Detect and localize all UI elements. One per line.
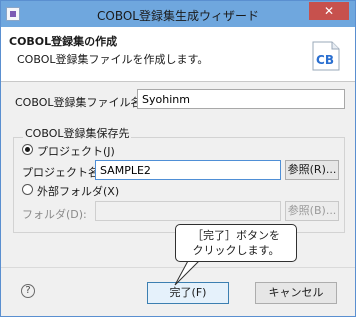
radio-project-label[interactable]: プロジェクト(J) [37, 143, 115, 159]
project-name-input[interactable] [95, 160, 281, 180]
wizard-banner: COBOL登録集の作成 COBOL登録集ファイルを作成します。 CB [1, 27, 355, 82]
banner-title: COBOL登録集の作成 [9, 35, 118, 48]
folder-label: フォルダ(D): [22, 208, 87, 221]
folder-input [95, 201, 281, 221]
help-icon[interactable]: ? [21, 284, 35, 298]
cb-icon-text: CB [316, 53, 334, 67]
radio-project[interactable] [22, 144, 33, 155]
radio-external-folder[interactable] [22, 184, 33, 195]
file-name-input[interactable] [137, 89, 345, 109]
banner-description: COBOL登録集ファイルを作成します。 [17, 53, 209, 66]
browse-project-button[interactable]: 参照(R)... [285, 160, 339, 180]
instruction-callout: ［完了］ボタンを クリックします。 [175, 224, 297, 262]
callout-line-1: ［完了］ボタンを [192, 229, 280, 242]
wizard-window: COBOL登録集生成ウィザード ✕ COBOL登録集の作成 COBOL登録集ファ… [0, 0, 356, 317]
callout-line-2: クリックします。 [192, 244, 280, 257]
close-button[interactable]: ✕ [309, 2, 349, 20]
window-title: COBOL登録集生成ウィザード [97, 9, 259, 23]
radio-external-label[interactable]: 外部フォルダ(X) [37, 183, 119, 199]
save-location-group-title: COBOL登録集保存先 [23, 125, 132, 141]
cancel-button[interactable]: キャンセル [255, 282, 337, 304]
title-bar: COBOL登録集生成ウィザード ✕ [1, 1, 355, 27]
browse-folder-button: 参照(B)... [285, 201, 339, 221]
cobol-library-icon: CB [312, 41, 340, 71]
